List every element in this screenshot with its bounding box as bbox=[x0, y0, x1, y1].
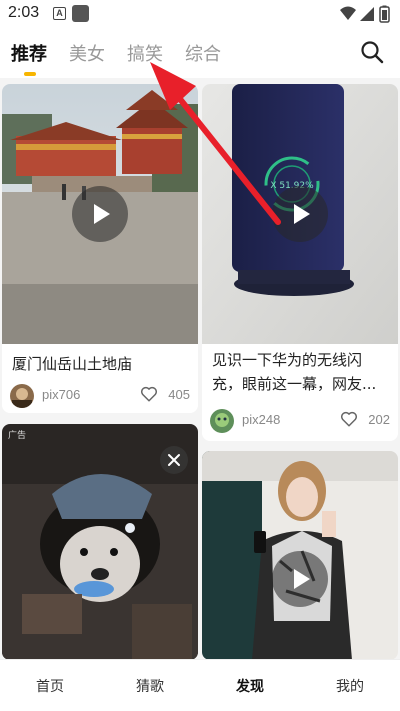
wifi-icon bbox=[340, 6, 356, 20]
video-meta: pix248 202 bbox=[210, 409, 390, 435]
play-icon bbox=[294, 569, 310, 589]
video-card[interactable] bbox=[202, 451, 398, 660]
status-bar: 2:03 A bbox=[0, 0, 400, 28]
nav-guess-song[interactable]: 猜歌 bbox=[100, 676, 200, 696]
video-thumbnail[interactable]: X 51.92% bbox=[202, 84, 398, 344]
notification-icon: A bbox=[53, 7, 66, 20]
video-title-line-2[interactable]: 充，眼前这一幕，网友... bbox=[212, 372, 376, 396]
tab-beauty[interactable]: 美女 bbox=[69, 40, 105, 66]
ad-card[interactable]: 广告 bbox=[2, 424, 198, 660]
top-tab-bar: 推荐 美女 搞笑 综合 bbox=[0, 28, 400, 78]
status-time: 2:03 bbox=[8, 4, 40, 21]
nav-mine[interactable]: 我的 bbox=[300, 676, 400, 696]
nav-discover[interactable]: 发现 bbox=[200, 676, 300, 696]
tab-general[interactable]: 综合 bbox=[185, 40, 221, 66]
play-icon bbox=[94, 204, 110, 224]
author-name[interactable]: pix706 bbox=[42, 387, 80, 402]
tab-funny[interactable]: 搞笑 bbox=[127, 40, 163, 66]
nav-home[interactable]: 首页 bbox=[0, 676, 100, 696]
active-tab-indicator bbox=[24, 72, 36, 76]
search-icon[interactable] bbox=[360, 40, 384, 64]
avatar[interactable] bbox=[210, 409, 234, 433]
video-title[interactable]: 厦门仙岳山土地庙 bbox=[12, 352, 132, 376]
video-thumbnail[interactable] bbox=[2, 84, 198, 344]
tab-recommend[interactable]: 推荐 bbox=[11, 40, 47, 66]
video-title-line-1[interactable]: 见识一下华为的无线闪 bbox=[212, 348, 362, 372]
bottom-nav: 首页 猜歌 发现 我的 bbox=[0, 659, 400, 711]
like-icon[interactable] bbox=[140, 385, 158, 403]
author-name[interactable]: pix248 bbox=[242, 412, 280, 427]
play-button[interactable] bbox=[272, 551, 328, 607]
like-icon[interactable] bbox=[340, 410, 358, 428]
video-meta: pix706 405 bbox=[10, 384, 190, 410]
status-icons bbox=[340, 5, 390, 23]
ad-thumbnail[interactable]: 广告 bbox=[2, 424, 198, 660]
ad-badge: 广告 bbox=[8, 431, 27, 441]
video-card[interactable]: X 51.92% 见识一下华为的无线闪 充，眼前这一幕，网友... pix248… bbox=[202, 84, 398, 441]
close-ad-button[interactable] bbox=[160, 446, 188, 474]
close-icon bbox=[168, 454, 180, 466]
play-button[interactable] bbox=[72, 186, 128, 242]
like-count: 405 bbox=[168, 387, 190, 402]
avatar[interactable] bbox=[10, 384, 34, 408]
signal-icon bbox=[360, 7, 374, 21]
play-button[interactable] bbox=[272, 186, 328, 242]
app-notification-icon bbox=[72, 5, 89, 22]
like-count: 202 bbox=[368, 412, 390, 427]
video-thumbnail[interactable] bbox=[202, 451, 398, 660]
video-card[interactable]: 厦门仙岳山土地庙 pix706 405 bbox=[2, 84, 198, 413]
play-icon bbox=[294, 204, 310, 224]
